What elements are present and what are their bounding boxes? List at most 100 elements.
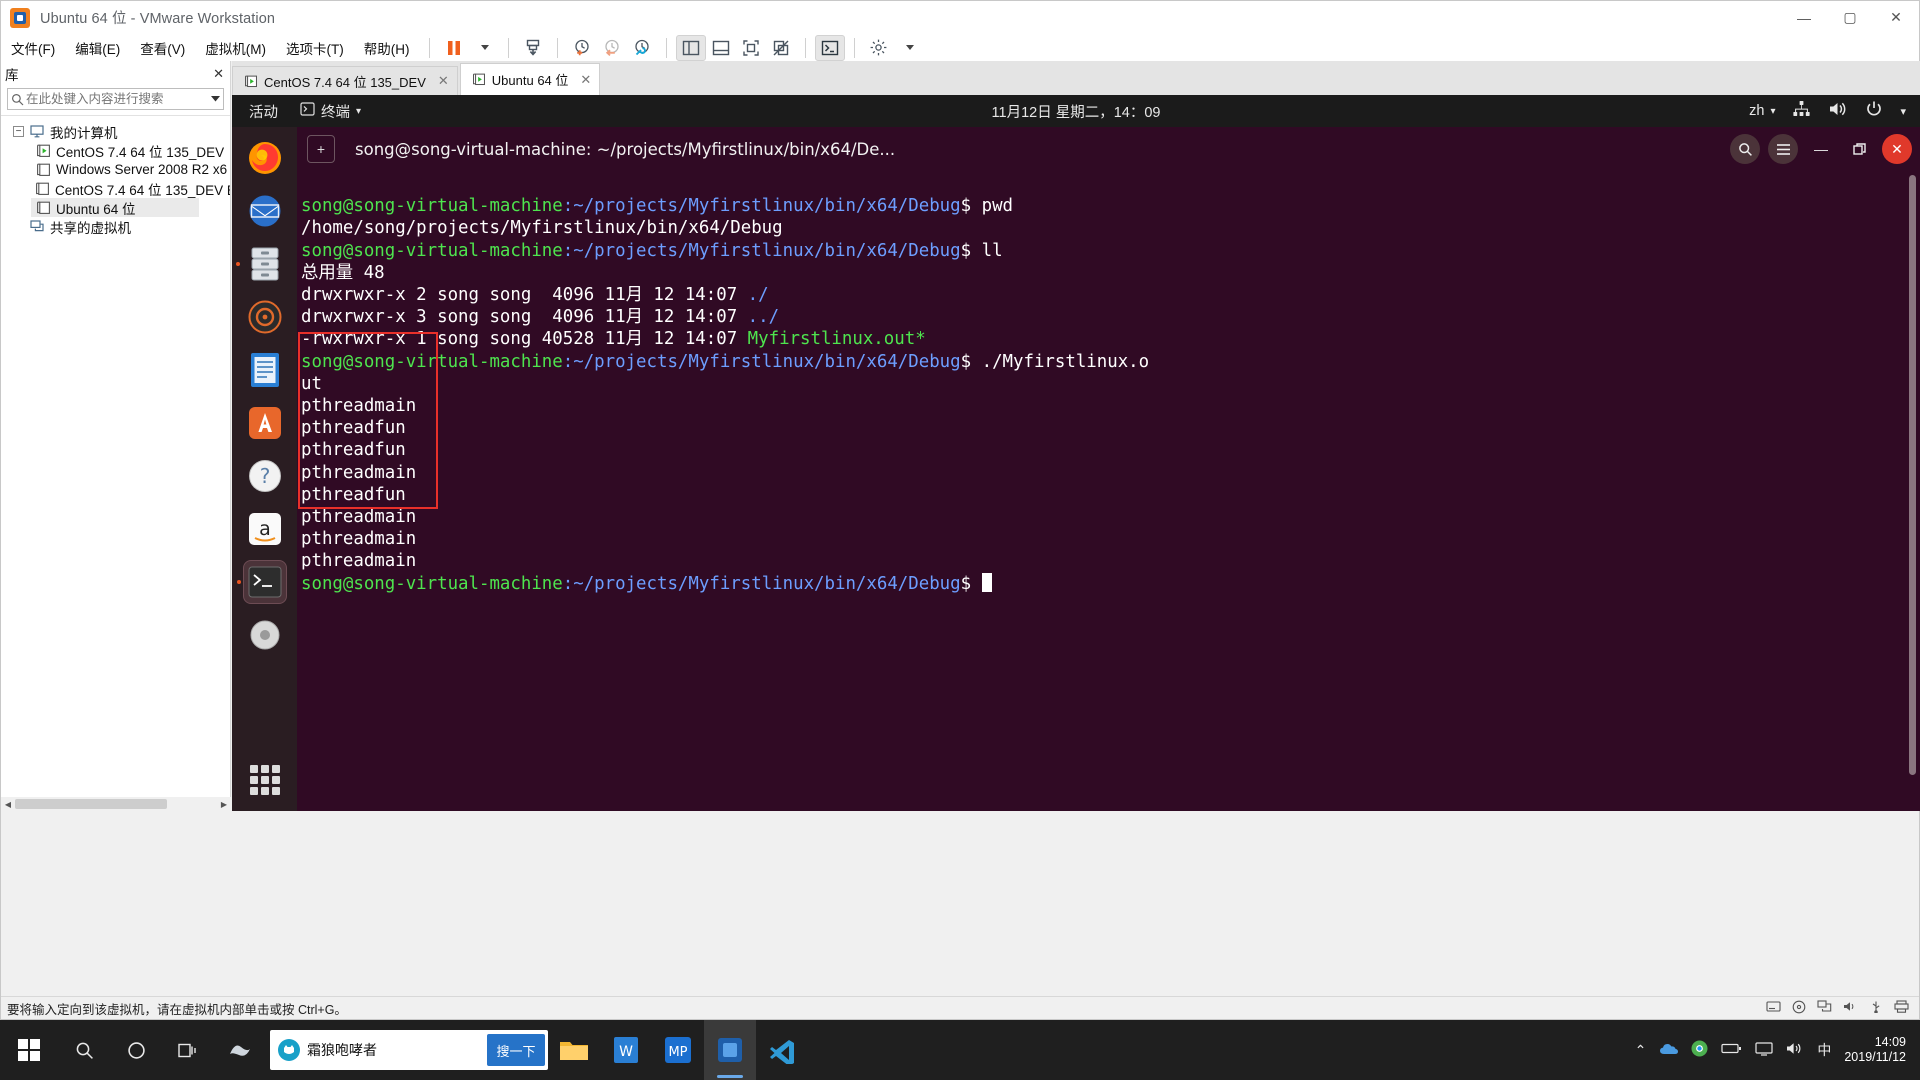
full-screen-button[interactable] bbox=[736, 35, 766, 61]
close-icon[interactable]: ✕ bbox=[580, 72, 591, 88]
library-horizontal-scrollbar[interactable]: ◀ ▶ bbox=[1, 797, 231, 811]
tree-item-centos-135-dev-b[interactable]: CentOS 7.4 64 位 135_DEV B bbox=[1, 179, 230, 198]
taskbar-cortana-button[interactable] bbox=[110, 1020, 162, 1080]
chrome-icon[interactable] bbox=[1691, 1040, 1708, 1060]
clock-datetime[interactable]: 11月12日 星期二，14：09 bbox=[992, 101, 1161, 122]
onedrive-icon[interactable] bbox=[1659, 1042, 1679, 1059]
menu-tabs[interactable]: 选项卡(T) bbox=[276, 34, 354, 62]
revert-snapshot-button[interactable] bbox=[597, 35, 627, 61]
dock-thunderbird[interactable] bbox=[243, 189, 287, 233]
menu-file[interactable]: 文件(F) bbox=[1, 34, 65, 62]
dock-amazon[interactable]: a bbox=[243, 507, 287, 551]
dock-trash[interactable] bbox=[243, 613, 287, 657]
terminal-scrollbar[interactable] bbox=[1909, 175, 1916, 807]
tree-label: 我的计算机 bbox=[50, 125, 118, 141]
tree-item-shared-vms[interactable]: 共享的虚拟机 bbox=[1, 217, 230, 236]
dock-firefox[interactable] bbox=[243, 136, 287, 180]
terminal-maximize-button[interactable] bbox=[1844, 134, 1874, 164]
new-tab-button[interactable]: + bbox=[307, 135, 335, 163]
terminal-close-button[interactable]: ✕ bbox=[1882, 134, 1912, 164]
taskbar-app-vmware[interactable] bbox=[704, 1020, 756, 1080]
taskbar-search-box[interactable]: 霜狼咆哮者 搜一下 bbox=[270, 1030, 548, 1070]
library-close-button[interactable]: ✕ bbox=[213, 66, 224, 82]
menu-view[interactable]: 查看(V) bbox=[130, 34, 195, 62]
show-library-button[interactable] bbox=[675, 34, 706, 61]
network-icon[interactable] bbox=[1817, 1000, 1832, 1016]
taskbar-app-explorer[interactable] bbox=[548, 1020, 600, 1080]
taskbar-search-submit-button[interactable]: 搜一下 bbox=[487, 1034, 545, 1066]
app-menu-button[interactable]: 终端 ▾ bbox=[300, 101, 361, 122]
chevron-down-icon[interactable]: ▾ bbox=[1900, 105, 1906, 118]
taskbar-clock[interactable]: 14:09 2019/11/12 bbox=[1844, 1035, 1912, 1065]
sound-icon[interactable] bbox=[1843, 1000, 1858, 1016]
tree-item-my-computer[interactable]: − 我的计算机 bbox=[1, 122, 230, 141]
windows-start-button[interactable] bbox=[0, 1020, 58, 1080]
printer-icon[interactable] bbox=[1894, 1000, 1909, 1016]
ubuntu-dock: ? a bbox=[232, 127, 297, 811]
scrollbar-thumb[interactable] bbox=[15, 799, 167, 809]
terminal-line: 总用量 48 bbox=[301, 262, 385, 283]
scroll-right-icon[interactable]: ▶ bbox=[217, 800, 231, 809]
terminal-search-button[interactable] bbox=[1730, 134, 1760, 164]
send-ctrl-alt-del-button[interactable] bbox=[518, 35, 548, 61]
terminal-menu-button[interactable] bbox=[1768, 134, 1798, 164]
dock-terminal[interactable] bbox=[242, 560, 287, 604]
dock-files[interactable] bbox=[243, 242, 287, 286]
cd-icon[interactable] bbox=[1792, 1000, 1806, 1017]
vm-tab-ubuntu[interactable]: Ubuntu 64 位 ✕ bbox=[459, 63, 601, 95]
tree-item-centos-135-dev[interactable]: CentOS 7.4 64 位 135_DEV bbox=[1, 141, 230, 160]
vm-tab-centos[interactable]: CentOS 7.4 64 位 135_DEV ✕ bbox=[232, 66, 458, 95]
pause-vm-button[interactable] bbox=[439, 35, 469, 61]
activities-button[interactable]: 活动 bbox=[249, 101, 278, 122]
library-search-box[interactable] bbox=[7, 88, 224, 110]
menu-help[interactable]: 帮助(H) bbox=[354, 34, 420, 62]
menu-vm[interactable]: 虚拟机(M) bbox=[195, 34, 276, 62]
usb-icon[interactable] bbox=[1869, 1000, 1883, 1016]
manage-snapshots-button[interactable] bbox=[627, 35, 657, 61]
terminal-window[interactable]: + song@song-virtual-machine: ~/projects/… bbox=[297, 127, 1920, 811]
network-icon[interactable] bbox=[1792, 100, 1811, 122]
taskbar-search-button[interactable] bbox=[58, 1020, 110, 1080]
taskbar-app-wps[interactable]: W bbox=[600, 1020, 652, 1080]
dock-libreoffice-writer[interactable] bbox=[243, 348, 287, 392]
preferences-button[interactable] bbox=[864, 35, 894, 61]
taskbar-app-mp[interactable]: MP bbox=[652, 1020, 704, 1080]
tree-item-windows-server-2008[interactable]: Windows Server 2008 R2 x6 bbox=[1, 160, 230, 179]
dock-show-apps[interactable] bbox=[249, 765, 280, 795]
input-source-indicator[interactable]: zh ▾ bbox=[1749, 103, 1775, 119]
tray-expand-button[interactable]: ⌃ bbox=[1635, 1042, 1647, 1059]
minimize-button[interactable]: — bbox=[1781, 1, 1827, 34]
show-thumbnail-bar-button[interactable] bbox=[706, 35, 736, 61]
screen-icon[interactable] bbox=[1755, 1041, 1773, 1059]
taskbar-app-s-logo[interactable] bbox=[214, 1020, 266, 1080]
scroll-left-icon[interactable]: ◀ bbox=[1, 800, 15, 809]
taskbar-task-view-button[interactable] bbox=[162, 1020, 214, 1080]
terminal-output[interactable]: song@song-virtual-machine:~/projects/Myf… bbox=[297, 171, 1920, 811]
menu-edit[interactable]: 编辑(E) bbox=[65, 34, 130, 62]
vm-guest-screen[interactable]: 活动 终端 ▾ 11月12日 星期二，14：09 zh ▾ ▾ ? a + so… bbox=[232, 95, 1920, 811]
unity-mode-button[interactable] bbox=[766, 35, 796, 61]
close-icon[interactable]: ✕ bbox=[438, 73, 449, 89]
collapse-icon[interactable]: − bbox=[13, 126, 24, 137]
scrollbar-thumb[interactable] bbox=[1909, 175, 1916, 775]
battery-icon[interactable] bbox=[1721, 1042, 1742, 1058]
preferences-dropdown-button[interactable] bbox=[894, 35, 924, 61]
chevron-down-icon[interactable] bbox=[207, 96, 223, 102]
take-snapshot-button[interactable] bbox=[567, 35, 597, 61]
dock-rhythmbox[interactable] bbox=[243, 295, 287, 339]
volume-icon[interactable] bbox=[1828, 100, 1848, 122]
power-icon[interactable] bbox=[1865, 100, 1883, 122]
dock-help[interactable]: ? bbox=[243, 454, 287, 498]
volume-icon[interactable] bbox=[1786, 1041, 1804, 1059]
taskbar-app-vscode[interactable] bbox=[756, 1020, 808, 1080]
close-button[interactable]: ✕ bbox=[1873, 1, 1919, 34]
maximize-button[interactable]: ▢ bbox=[1827, 1, 1873, 34]
terminal-minimize-button[interactable]: — bbox=[1806, 134, 1836, 164]
pause-dropdown-button[interactable] bbox=[469, 35, 499, 61]
dock-software[interactable] bbox=[243, 401, 287, 445]
hdd-icon[interactable] bbox=[1766, 1000, 1781, 1016]
ime-zh-icon[interactable]: 中 bbox=[1817, 1040, 1831, 1060]
console-view-button[interactable] bbox=[814, 34, 845, 61]
tree-item-ubuntu-64[interactable]: Ubuntu 64 位 bbox=[31, 198, 199, 217]
search-input[interactable] bbox=[26, 92, 207, 106]
